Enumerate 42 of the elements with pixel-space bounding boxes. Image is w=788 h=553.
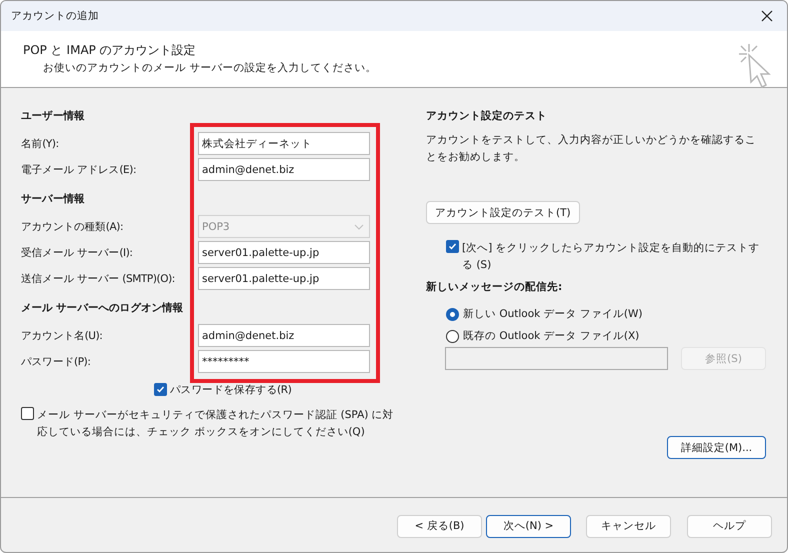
section-heading: ユーザー情報	[21, 109, 86, 124]
field-label: 送信メール サーバー (SMTP)(O):	[21, 272, 176, 286]
checkbox-label: [次へ] をクリックしたらアカウント設定を自動的にテストする (S)	[462, 241, 761, 273]
checkmark-icon	[156, 385, 165, 394]
header-title: POP と IMAP のアカウント設定	[23, 42, 197, 59]
chevron-down-icon	[354, 224, 364, 230]
checkbox-label: パスワードを保存する(R)	[170, 383, 292, 397]
field-label: アカウントの種類(A):	[21, 220, 124, 234]
dialog-button[interactable]: 次へ(N) >	[486, 514, 571, 538]
input-field[interactable]: admin@denet.biz	[198, 324, 370, 347]
field-label: アカウント名(U):	[21, 328, 104, 342]
window-title: アカウントの追加	[11, 9, 99, 23]
description-text: アカウントをテストして、入力内容が正しいかどうかを確認することをお勧めします。	[426, 133, 757, 165]
field-label: パスワード(P):	[21, 354, 92, 368]
section-heading: サーバー情報	[21, 192, 86, 207]
section-heading: 新しいメッセージの配信先:	[426, 280, 564, 295]
field-label: 受信メール サーバー(I):	[21, 246, 134, 260]
radio-button[interactable]	[446, 308, 459, 320]
checkmark-icon	[448, 242, 457, 251]
test-account-button[interactable]: アカウント設定のテスト(T)	[426, 201, 580, 224]
close-icon	[761, 10, 773, 22]
checkbox[interactable]	[446, 240, 459, 253]
field-label: 名前(Y):	[21, 136, 60, 150]
dialog-button[interactable]: ヘルプ	[687, 514, 772, 538]
section-heading: アカウント設定のテスト	[426, 108, 548, 124]
input-field[interactable]: server01.palette-up.jp	[198, 241, 370, 264]
advanced-settings-button[interactable]: 詳細設定(M)...	[667, 436, 766, 459]
checkbox[interactable]	[154, 383, 167, 396]
input-field[interactable]: admin@denet.biz	[198, 158, 370, 181]
field-label: 電子メール アドレス(E):	[21, 162, 138, 176]
input-field[interactable]: 株式会社ディーネット	[198, 132, 370, 155]
input-field[interactable]: server01.palette-up.jp	[198, 267, 370, 290]
radio-label: 既存の Outlook データ ファイル(X)	[463, 329, 640, 343]
radio-label: 新しい Outlook データ ファイル(W)	[463, 307, 642, 321]
dialog-button[interactable]: キャンセル	[586, 514, 671, 538]
section-heading: メール サーバーへのログオン情報	[21, 301, 184, 316]
input-field[interactable]: *********	[198, 350, 370, 373]
checkbox[interactable]	[21, 407, 34, 420]
checkbox-label: メール サーバーがセキュリティで保護されたパスワード認証 (SPA) に対応している場合には、チェック ボックスをオンにしてください(Q)	[37, 408, 395, 440]
radio-button[interactable]	[446, 330, 459, 342]
header-subtitle: お使いのアカウントのメール サーバーの設定を入力してください。	[43, 61, 376, 75]
dialog-button[interactable]: < 戻る(B)	[397, 514, 482, 538]
